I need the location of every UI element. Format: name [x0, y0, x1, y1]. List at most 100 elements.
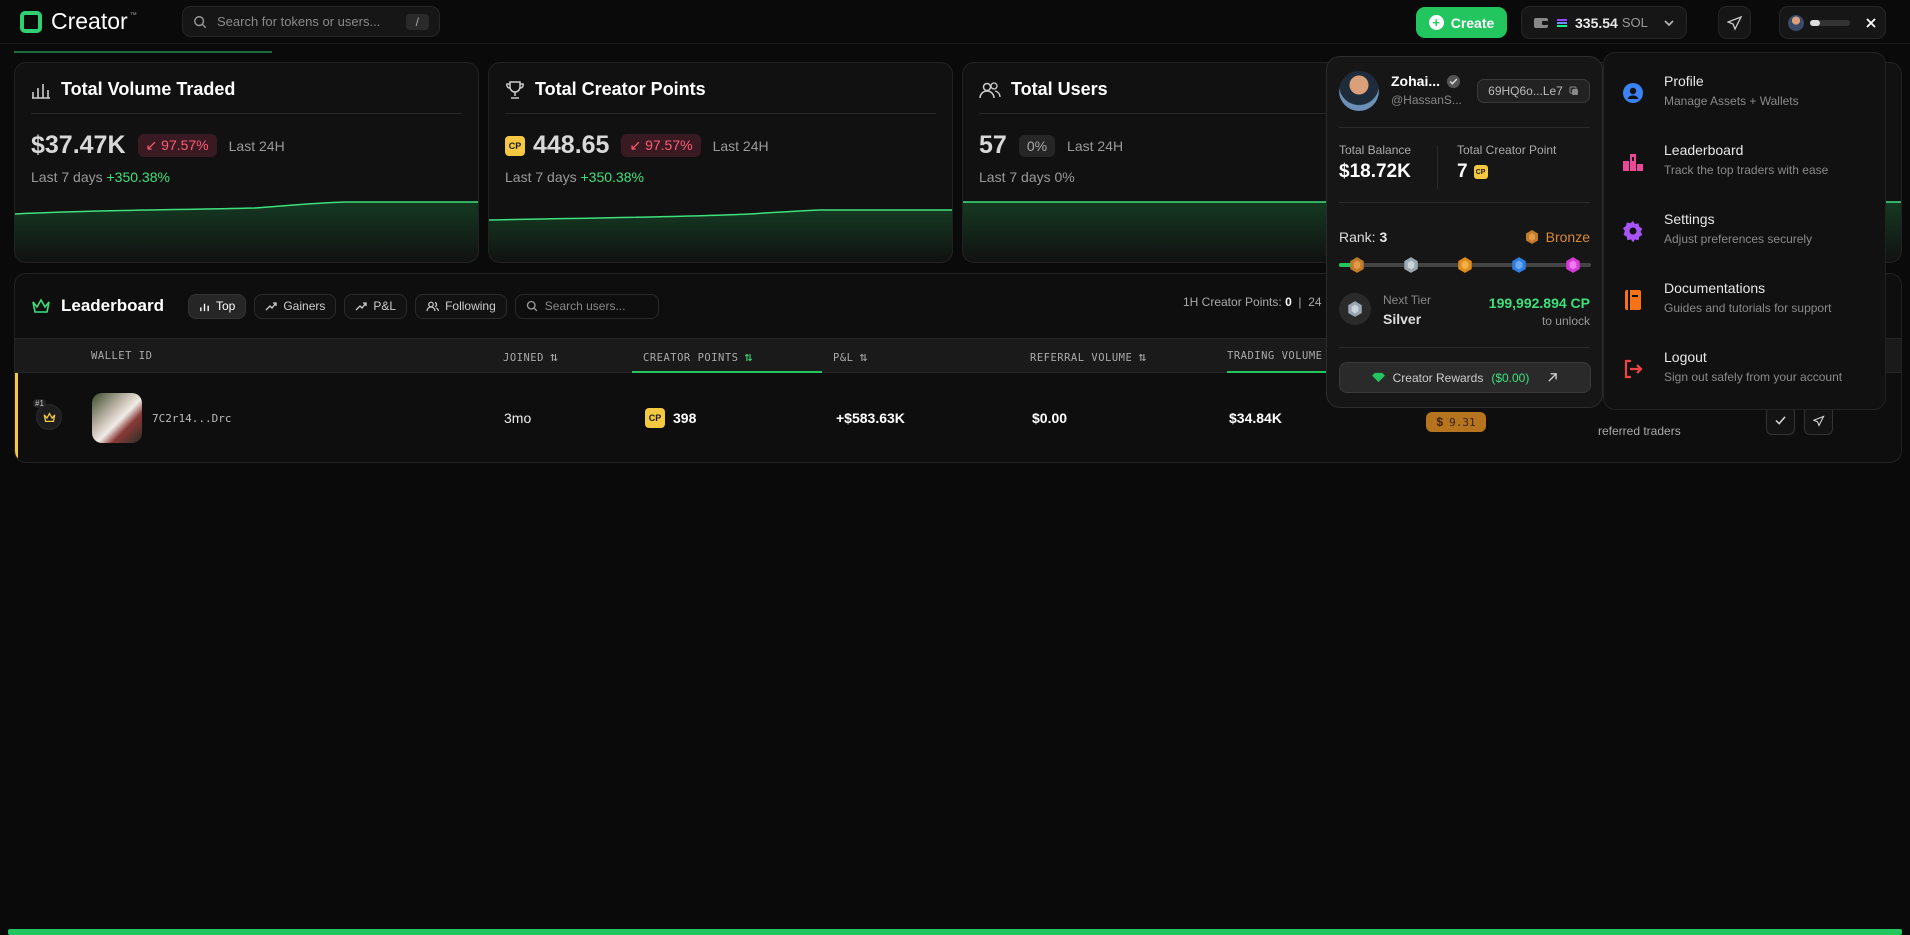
rank-number: #1 [33, 399, 46, 408]
avatar [1339, 71, 1379, 111]
profile-handle: @HassanS... [1391, 93, 1462, 107]
col-creator-points[interactable]: CREATOR POINTS ⇅ [643, 350, 753, 365]
account-progress [1810, 19, 1850, 26]
rewards-label: Creator Rewards [1392, 370, 1484, 385]
book-icon [1618, 285, 1648, 315]
filter-top[interactable]: Top [187, 293, 247, 319]
avatar[interactable] [92, 393, 142, 443]
creator-points-cell: CP 398 [645, 408, 696, 428]
create-button[interactable]: + Create [1416, 7, 1507, 38]
col-pnl[interactable]: P&L ⇅ [833, 350, 868, 365]
search-placeholder: Search for tokens or users... [217, 14, 381, 29]
unlock-label: to unlock [1541, 314, 1590, 328]
page-progress-line [14, 51, 272, 53]
total-balance-label: Total Balance [1339, 143, 1412, 157]
creator-point-icon: CP [1473, 165, 1488, 179]
close-icon[interactable] [1865, 17, 1877, 29]
horizontal-scrollbar[interactable] [8, 929, 1902, 935]
next-tier-icon [1339, 293, 1371, 325]
menu-desc: Manage Assets + Wallets [1664, 94, 1799, 108]
total-cp-value: 7 [1457, 161, 1468, 182]
creator-point-icon: CP [505, 135, 525, 156]
bar-chart-icon [200, 303, 209, 311]
menu-title: Leaderboard [1664, 142, 1744, 158]
menu-item-leaderboard[interactable]: Leaderboard Track the top traders with ea… [1618, 142, 1828, 177]
trending-up-icon [265, 302, 277, 311]
leaderboard-title: Leaderboard [61, 296, 164, 315]
tier-progress-track [1339, 257, 1591, 273]
menu-item-profile[interactable]: Profile Manage Assets + Wallets [1618, 73, 1799, 108]
follow-button[interactable] [1766, 406, 1795, 435]
platinum-gem-icon [1512, 257, 1526, 273]
global-search-input[interactable]: Search for tokens or users... / [182, 6, 440, 37]
filter-pnl[interactable]: P&L [344, 293, 408, 319]
menu-desc: Track the top traders with ease [1664, 163, 1829, 177]
menu-desc: Sign out safely from your account [1664, 370, 1843, 384]
app-logo[interactable]: Creator ™ [20, 8, 137, 35]
podium-icon [1618, 147, 1648, 177]
creator-rewards-button[interactable]: Creator Rewards ($0.00) [1339, 362, 1591, 393]
next-tier-name: Silver [1383, 311, 1422, 327]
sparkline-chart [489, 209, 952, 262]
period-label: Last 24H [712, 137, 769, 154]
menu-title: Settings [1664, 211, 1715, 227]
menu-desc: Guides and tutorials for support [1664, 301, 1832, 315]
rank-badge: #1 [33, 399, 62, 430]
next-tier-label: Next Tier [1383, 293, 1432, 307]
balance-value: 335.54 [1575, 14, 1618, 31]
menu-item-logout[interactable]: Logout Sign out safely from your account [1618, 349, 1842, 384]
search-placeholder: Search users... [544, 299, 626, 313]
menu-title: Logout [1664, 349, 1707, 365]
card-value: $37.47K [31, 131, 126, 159]
card-value: 57 [979, 131, 1007, 159]
wallet-id[interactable]: 7C2r14...Drc [152, 412, 231, 425]
user-search-input[interactable]: Search users... [514, 293, 659, 319]
check-icon [1775, 416, 1786, 425]
diamond-gem-icon [1566, 257, 1580, 273]
crown-icon [32, 298, 50, 313]
silver-gem-icon [1348, 301, 1362, 317]
account-menu-button[interactable] [1779, 6, 1886, 39]
card-title: Total Volume Traded [61, 79, 236, 99]
menu-item-settings[interactable]: Settings Adjust preferences securely [1618, 211, 1812, 246]
app-name: Creator [51, 8, 128, 34]
col-trading-volume[interactable]: TRADING VOLUME [1227, 350, 1323, 362]
search-icon [526, 300, 538, 312]
filter-label: Following [445, 299, 496, 313]
sort-icon: ⇅ [1138, 350, 1147, 365]
crown-icon [43, 411, 55, 422]
wallet-balance-button[interactable]: 335.54 SOL [1521, 6, 1687, 39]
creator-point-icon: CP [645, 408, 665, 428]
dollar-icon: $ [1436, 415, 1444, 429]
silver-gem-icon [1404, 257, 1418, 273]
profile-popup: Zohai... @HassanS... 69HQ6o...Le7 Total … [1326, 56, 1603, 408]
filter-gainers[interactable]: Gainers [254, 293, 337, 319]
filter-label: P&L [373, 299, 397, 313]
user-icon [1618, 78, 1648, 108]
users-icon [426, 301, 440, 311]
profile-name: Zohai... [1391, 73, 1440, 89]
rank-label: Rank: [1339, 229, 1376, 245]
col-referral-volume[interactable]: REFERRAL VOLUME ⇅ [1030, 350, 1147, 365]
total-balance-value: $18.72K [1339, 161, 1411, 182]
sort-icon: ⇅ [549, 350, 559, 365]
verified-icon [1446, 74, 1461, 88]
col-joined[interactable]: JOINED ⇅ [503, 350, 558, 365]
menu-title: Profile [1664, 73, 1704, 89]
menu-item-documentations[interactable]: Documentations Guides and tutorials for s… [1618, 280, 1831, 315]
gem-icon [1371, 372, 1385, 383]
trophy-icon [506, 80, 524, 99]
plus-icon: + [1428, 15, 1444, 30]
copy-icon [1569, 86, 1578, 95]
cp-needed-value: 199,992.894 CP [1488, 295, 1590, 311]
sort-icon: ⇅ [859, 350, 868, 365]
filter-following[interactable]: Following [415, 293, 507, 319]
copy-address-button[interactable]: 69HQ6o...Le7 [1477, 79, 1590, 103]
hour-stats: 1H Creator Points: 0 | 24 [1183, 295, 1322, 309]
send-button[interactable] [1804, 406, 1833, 435]
send-button[interactable] [1718, 6, 1751, 39]
tier-name: Bronze [1545, 229, 1590, 245]
card-value: 448.65 [533, 131, 610, 159]
logo-icon [20, 10, 42, 33]
card-total-creator-points: Total Creator Points CP 448.65 ↙ 97.57% … [488, 62, 953, 263]
